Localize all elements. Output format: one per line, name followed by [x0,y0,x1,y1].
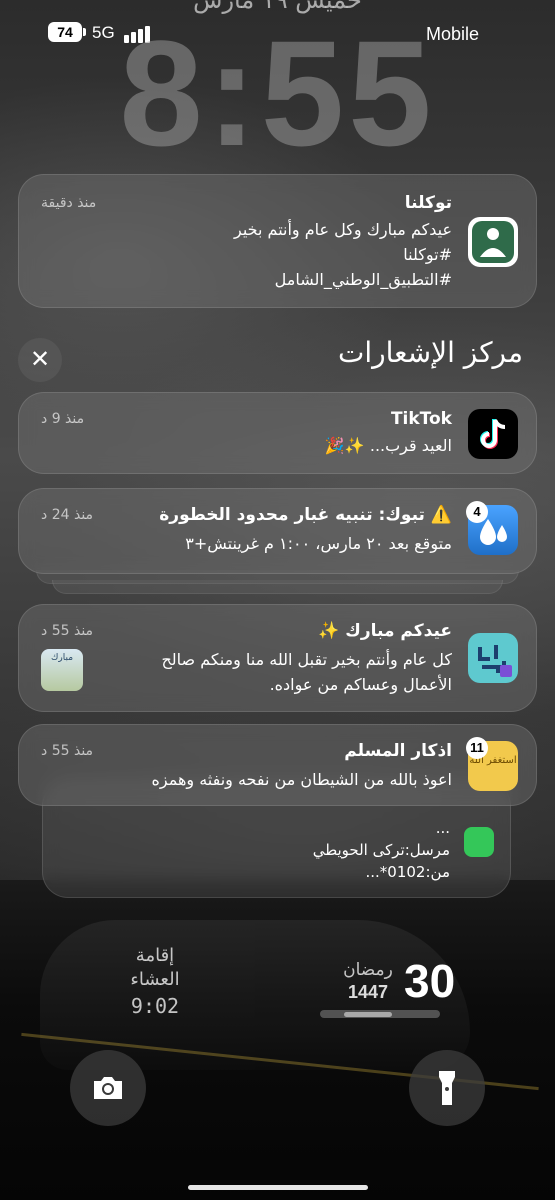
notification-thumbnail: مبارك [41,649,83,691]
notification-app-name: TikTok [390,409,452,429]
notification-time: منذ 9 د [41,411,85,427]
notification-app-name: ⚠️ تبوك: تنبيه غبار محدود الخطورة [159,505,452,525]
notification-adhkar[interactable]: استغفر الله 11 اذكار المسلم منذ 55 د اعو… [18,724,537,806]
notification-app-name: توكلنا [404,193,452,213]
notification-center-title: مركز الإشعارات [337,336,523,369]
notification-body: ... مرسل:تركى الحويطي من:0102*... [313,817,450,883]
hijri-day[interactable]: 30 [404,954,455,1008]
notification-eid[interactable]: عيدكم مبارك ✨ منذ 55 د مبارك كل عام وأنت… [18,604,537,712]
notification-time: منذ 24 د [41,507,94,523]
notification-app-name: اذكار المسلم [344,741,452,761]
camera-icon [94,1077,122,1099]
notification-tiktok[interactable]: TikTok منذ 9 د العيد قرب... ✨🎉 [18,392,537,474]
notification-time: منذ دقيقة [41,195,97,211]
prayer-time: 9:02 [130,994,180,1018]
notification-line: مرسل:تركى الحويطي [312,841,450,859]
notification-body: العيد قرب... ✨🎉 [324,436,452,455]
notification-tawakkalna[interactable]: توكلنا منذ دقيقة عيدكم مبارك وكل عام وأن… [18,174,537,308]
notification-weather[interactable]: 4 ⚠️ تبوك: تنبيه غبار محدود الخطورة منذ … [18,488,537,574]
messages-app-icon [464,827,494,857]
hijri-month: رمضان [343,960,393,980]
hijri-year: 1447 [347,982,389,1002]
notification-line: ... [435,819,450,837]
home-indicator[interactable] [188,1185,368,1190]
notification-count-badge: 11 [466,737,488,759]
notification-line: من:0102*... [365,863,450,881]
tawakkalna-app-icon [468,217,518,267]
eid-app-icon [468,633,518,683]
prayer-widget[interactable]: إقامة العشاء 9:02 [110,944,200,1018]
flashlight-icon [439,1071,455,1105]
close-icon[interactable]: ✕ [18,338,62,382]
notification-line: #التطبيق_الوطني_الشامل [274,270,452,289]
thumbnail-label: مبارك [50,653,74,663]
notification-time: منذ 55 د [41,623,94,639]
notification-body: اعوذ بالله من الشيطان من نفحه ونفثه وهمز… [151,770,453,789]
notification-line: #توكلنا [403,245,452,264]
prayer-name: العشاء [130,969,180,990]
notification-line: عيدكم مبارك وكل عام وأنتم بخير [234,220,452,239]
notification-line: الأعمال وعساكم من عواده. [269,675,452,694]
tiktok-app-icon [468,409,518,459]
lock-clock: 8:55 [119,9,436,177]
notification-app-name: عيدكم مبارك ✨ [318,621,452,641]
notification-time: منذ 55 د [41,743,94,759]
notification-stack-edge [52,580,503,594]
notification-line: كل عام وأنتم بخير تقبل الله منا ومنكم صا… [161,650,452,669]
hijri-progress-line [344,1012,392,1017]
notification-count-badge: 4 [466,501,488,523]
prayer-label: إقامة [135,945,175,966]
notification-body: عيدكم مبارك وكل عام وأنتم بخير #توكلنا #… [234,217,452,292]
camera-button[interactable] [70,1050,146,1126]
flashlight-button[interactable] [409,1050,485,1126]
hijri-month-widget: رمضان 1447 [338,958,398,1003]
notification-body: متوقع بعد ٢٠ مارس، ١:٠٠ م غرينتش+٣ [185,534,452,553]
notification-body: كل عام وأنتم بخير تقبل الله منا ومنكم صا… [161,647,452,697]
